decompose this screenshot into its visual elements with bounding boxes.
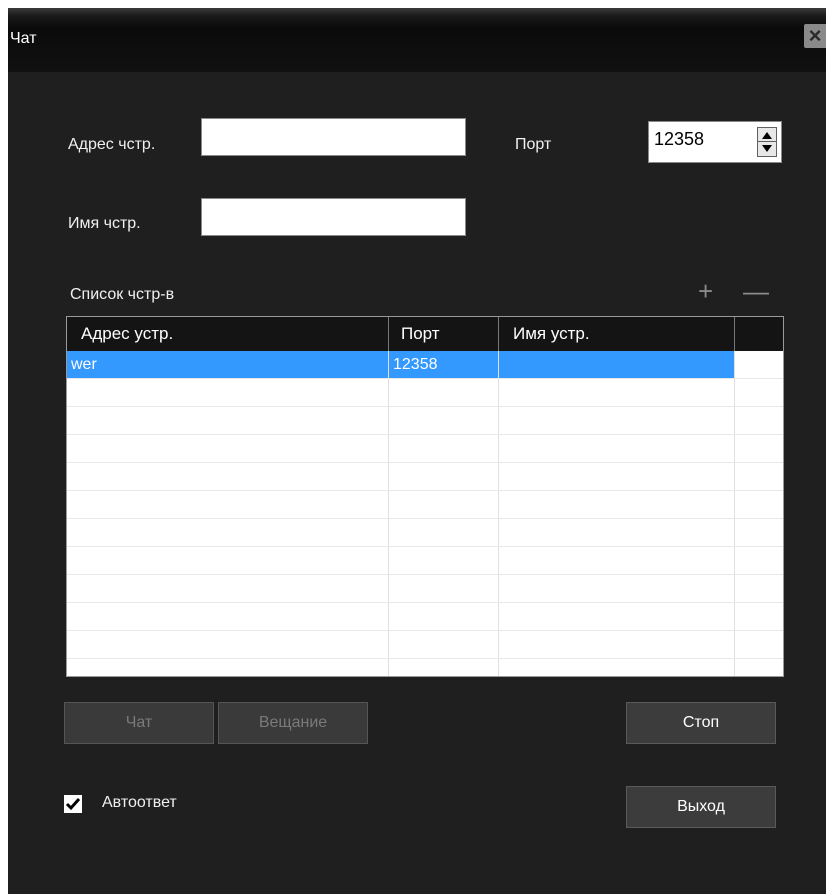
cell-name — [499, 379, 735, 406]
cell-name — [499, 463, 735, 490]
autoreply-label[interactable]: Автоответ — [102, 794, 177, 812]
arrow-down-icon — [762, 145, 772, 152]
exit-button[interactable]: Выход — [626, 786, 776, 828]
address-input[interactable] — [201, 118, 466, 156]
window-title: Чат — [10, 30, 37, 47]
cell-address — [67, 435, 389, 462]
cell-address — [67, 407, 389, 434]
cell-name — [499, 435, 735, 462]
table-header: Адрес устр. Порт Имя устр. — [67, 317, 783, 351]
cell-port — [389, 519, 499, 546]
port-value: 12358 — [654, 129, 705, 149]
cell-address — [67, 491, 389, 518]
table-row[interactable] — [67, 575, 783, 603]
table-row[interactable] — [67, 659, 783, 676]
device-table[interactable]: Адрес устр. Порт Имя устр. wer 12358 — [66, 316, 784, 677]
column-header-port[interactable]: Порт — [389, 317, 499, 351]
table-row[interactable] — [67, 379, 783, 407]
cell-port — [389, 379, 499, 406]
add-icon[interactable]: + — [698, 278, 713, 304]
autoreply-checkbox[interactable] — [64, 795, 82, 813]
address-label: Адрес чстр. — [68, 136, 156, 153]
cell-address — [67, 463, 389, 490]
cell-name — [499, 575, 735, 602]
port-label: Порт — [515, 136, 552, 153]
cell-port — [389, 463, 499, 490]
cell-address — [67, 575, 389, 602]
cell-port — [389, 603, 499, 630]
cell-address — [67, 547, 389, 574]
cell-filler — [735, 603, 783, 630]
arrow-up-icon — [762, 132, 772, 139]
cell-port — [389, 491, 499, 518]
close-button[interactable]: × — [804, 24, 826, 48]
cell-filler — [735, 575, 783, 602]
table-row[interactable] — [67, 491, 783, 519]
cell-address: wer — [67, 351, 389, 378]
cell-port — [389, 407, 499, 434]
name-input[interactable] — [201, 198, 466, 236]
cell-address — [67, 659, 389, 676]
cell-filler — [735, 631, 783, 658]
cell-port — [389, 575, 499, 602]
port-stepper[interactable] — [757, 127, 777, 157]
table-row[interactable]: wer 12358 — [67, 351, 783, 379]
table-row[interactable] — [67, 603, 783, 631]
cell-port — [389, 547, 499, 574]
cell-name — [499, 631, 735, 658]
cell-filler — [735, 351, 783, 378]
chat-button[interactable]: Чат — [64, 702, 214, 744]
cell-address — [67, 603, 389, 630]
cell-name — [499, 407, 735, 434]
table-row[interactable] — [67, 547, 783, 575]
cell-filler — [735, 519, 783, 546]
port-spinbox[interactable]: 12358 — [648, 121, 782, 163]
cell-address — [67, 631, 389, 658]
close-icon: × — [808, 23, 822, 48]
remove-icon[interactable]: — — [743, 278, 769, 304]
table-row[interactable] — [67, 407, 783, 435]
cell-port — [389, 659, 499, 676]
table-row[interactable] — [67, 435, 783, 463]
cell-filler — [735, 379, 783, 406]
cell-address — [67, 519, 389, 546]
cell-port — [389, 631, 499, 658]
table-row[interactable] — [67, 519, 783, 547]
column-header-address[interactable]: Адрес устр. — [67, 317, 389, 351]
cell-name — [499, 519, 735, 546]
cell-port — [389, 435, 499, 462]
check-icon — [65, 798, 81, 811]
cell-address — [67, 379, 389, 406]
cell-name — [499, 491, 735, 518]
column-header-name[interactable]: Имя устр. — [499, 317, 735, 351]
cell-port: 12358 — [389, 351, 499, 378]
stop-button[interactable]: Стоп — [626, 702, 776, 744]
cell-name — [499, 659, 735, 676]
cell-filler — [735, 547, 783, 574]
name-label: Имя чстр. — [68, 215, 141, 232]
cell-name — [499, 547, 735, 574]
broadcast-button[interactable]: Вещание — [218, 702, 368, 744]
cell-filler — [735, 463, 783, 490]
chat-dialog: Чат × Адрес чстр. Порт 12358 Имя чстр. С… — [8, 8, 826, 894]
cell-filler — [735, 659, 783, 676]
table-row[interactable] — [67, 463, 783, 491]
cell-filler — [735, 407, 783, 434]
cell-name — [499, 351, 735, 378]
cell-filler — [735, 435, 783, 462]
cell-name — [499, 603, 735, 630]
title-bar: Чат × — [8, 8, 826, 72]
device-list-title: Список чстр-в — [70, 286, 175, 303]
table-row[interactable] — [67, 631, 783, 659]
cell-filler — [735, 491, 783, 518]
